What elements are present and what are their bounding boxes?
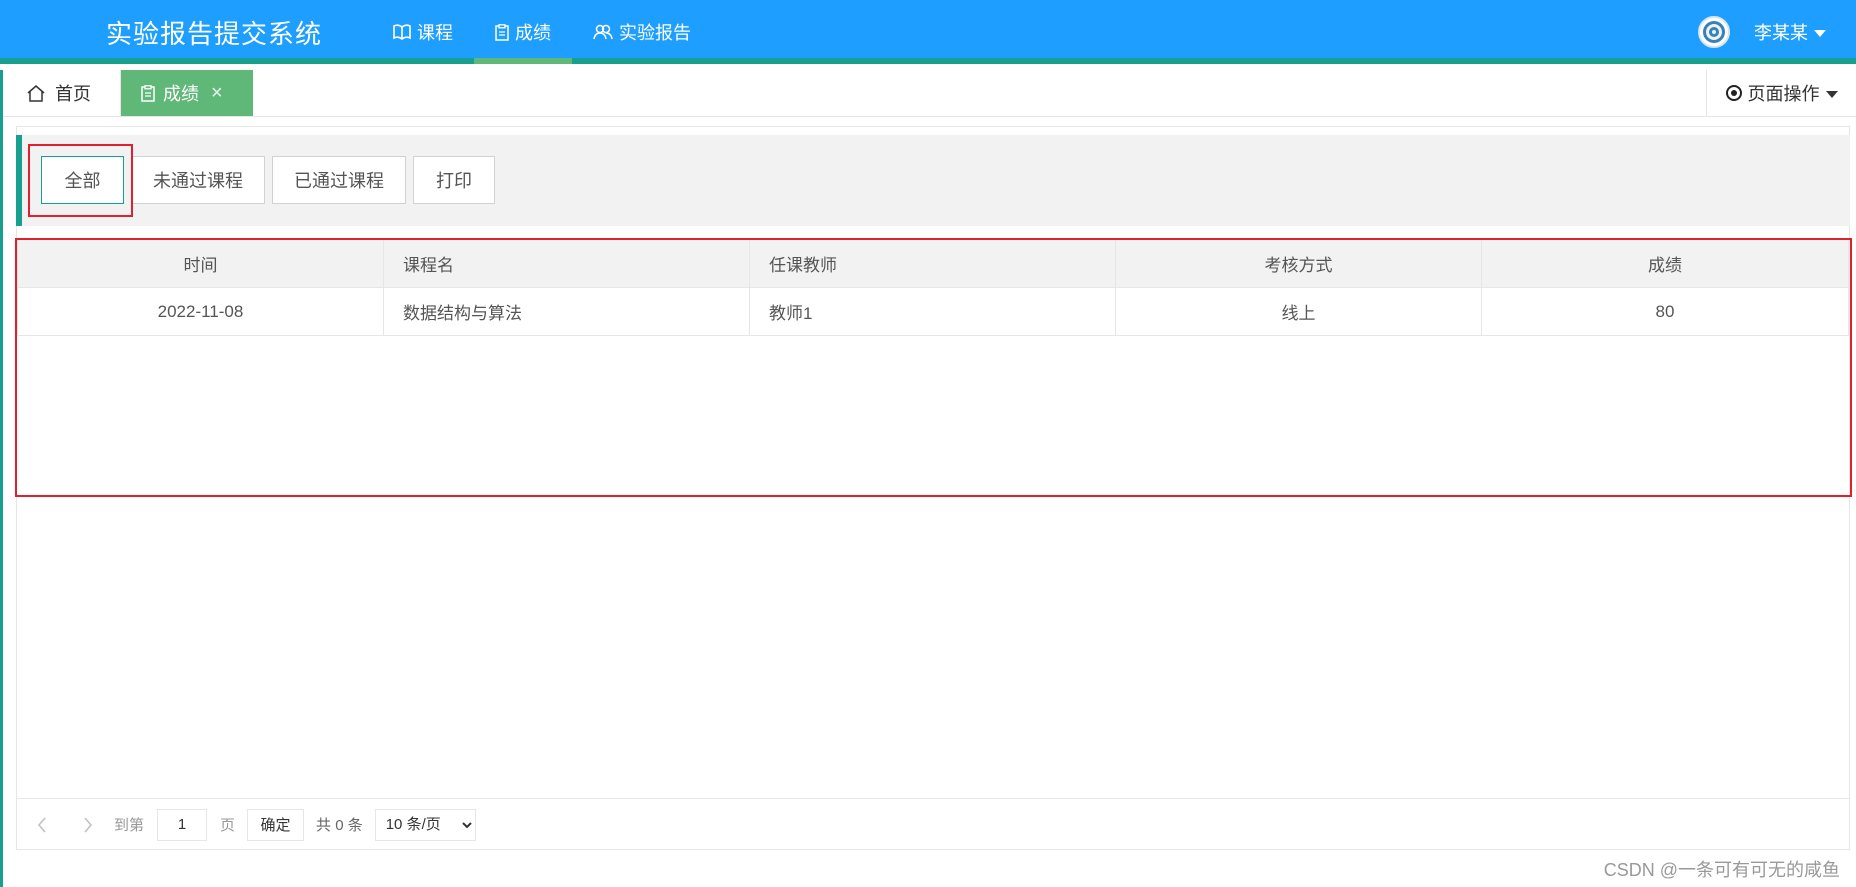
page-operations-menu[interactable]: 页面操作: [1706, 70, 1856, 116]
chevron-right-icon: [84, 816, 93, 833]
tab-home-label: 首页: [55, 84, 91, 104]
clipboard-icon: [141, 84, 155, 102]
filter-toolbar: 全部 未通过课程 已通过课程 打印: [16, 135, 1850, 226]
avatar-logo-icon: [1703, 21, 1725, 43]
clipboard-icon: [495, 23, 509, 41]
pagination: 到第 页 确定 共 0 条 10 条/页: [16, 798, 1850, 850]
tab-grades[interactable]: 成绩 ×: [121, 70, 253, 116]
user-name: 李某某: [1754, 23, 1808, 43]
nav-item-reports-label: 实验报告: [619, 23, 691, 43]
nav-item-grades-label: 成绩: [515, 23, 551, 43]
chevron-left-icon: [37, 816, 46, 833]
page-unit-label: 页: [220, 817, 236, 834]
tab-grades-label: 成绩: [163, 84, 199, 104]
book-icon: [393, 24, 411, 40]
avatar[interactable]: [1698, 16, 1730, 48]
prev-page-button[interactable]: [32, 815, 52, 835]
page-size-select[interactable]: 10 条/页: [374, 808, 476, 841]
watermark: CSDN @一条可有可无的咸鱼: [1603, 860, 1840, 880]
filter-passed-button[interactable]: 已通过课程: [272, 156, 406, 204]
tab-bar: 首页 成绩 × 页面操作: [3, 70, 1856, 117]
home-icon: [27, 84, 45, 102]
next-page-button[interactable]: [78, 815, 98, 835]
tab-home[interactable]: 首页: [3, 70, 121, 116]
chevron-down-icon: [1825, 90, 1838, 98]
left-accent-strip: [0, 70, 3, 887]
total-count: 共 0 条: [316, 817, 363, 834]
users-icon: [593, 24, 613, 40]
top-header: 实验报告提交系统 课程 成绩 实验报告 李某某: [0, 0, 1856, 64]
filter-failed-button[interactable]: 未通过课程: [131, 156, 265, 204]
highlight-box-table: [15, 238, 1852, 497]
nav-item-grades[interactable]: 成绩: [474, 0, 572, 64]
goto-label: 到第: [114, 817, 145, 834]
chevron-down-icon: [1814, 29, 1826, 37]
nav-item-courses-label: 课程: [417, 23, 453, 43]
close-icon[interactable]: ×: [211, 83, 223, 103]
nav-item-reports[interactable]: 实验报告: [572, 0, 712, 64]
confirm-page-button[interactable]: 确定: [247, 808, 305, 841]
main-nav: 课程 成绩 实验报告: [372, 0, 712, 64]
app-title: 实验报告提交系统: [106, 20, 323, 50]
print-button[interactable]: 打印: [413, 156, 495, 204]
highlight-box-filter: [28, 144, 133, 217]
page-number-input[interactable]: [157, 808, 208, 841]
target-icon: [1725, 85, 1742, 101]
nav-item-courses[interactable]: 课程: [372, 0, 474, 64]
user-menu[interactable]: 李某某: [1698, 0, 1826, 64]
page-operations-label: 页面操作: [1747, 84, 1820, 104]
